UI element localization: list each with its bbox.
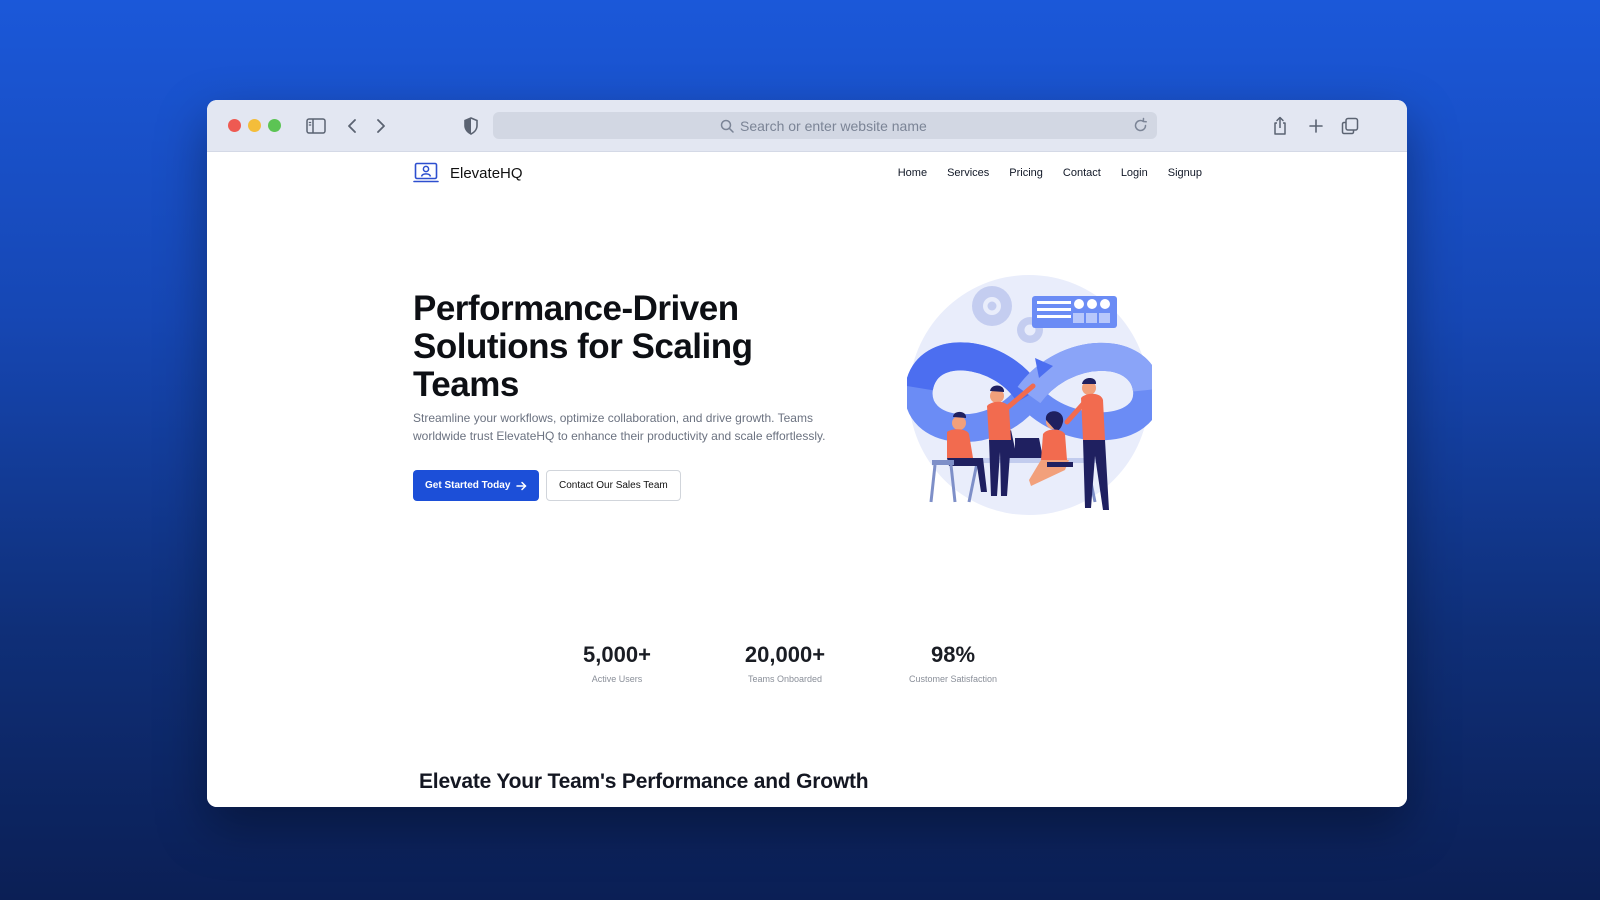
brand-name: ElevateHQ: [450, 164, 523, 182]
url-input[interactable]: [740, 117, 930, 134]
hero-title: Performance-Driven Solutions for Scaling…: [413, 289, 753, 404]
close-window-button[interactable]: [228, 119, 241, 132]
browser-toolbar: [207, 100, 1407, 152]
stat-value: 5,000+: [583, 642, 651, 667]
reload-icon[interactable]: [1132, 117, 1149, 134]
nav-link-home[interactable]: Home: [898, 167, 927, 179]
minimize-window-button[interactable]: [248, 119, 261, 132]
address-bar[interactable]: [493, 112, 1157, 139]
nav-link-services[interactable]: Services: [947, 167, 989, 179]
stat-label: Customer Satisfaction: [908, 674, 998, 684]
stat-active-users: 5,000+ Active Users: [547, 642, 687, 684]
contact-sales-button[interactable]: Contact Our Sales Team: [546, 470, 681, 501]
get-started-button[interactable]: Get Started Today: [413, 470, 540, 501]
brand-logo[interactable]: ElevateHQ: [413, 162, 523, 184]
hero-subtitle: Streamline your workflows, optimize coll…: [413, 411, 826, 443]
stats-row: 5,000+ Active Users 20,000+ Teams Onboar…: [547, 642, 1067, 692]
sidebar-toggle-icon[interactable]: [304, 114, 328, 138]
new-tab-icon[interactable]: [1304, 114, 1328, 138]
stat-teams-onboarded: 20,000+ Teams Onboarded: [715, 642, 855, 684]
stat-value: 98%: [930, 642, 976, 667]
logo-icon: [413, 162, 439, 183]
nav-link-pricing[interactable]: Pricing: [1009, 167, 1043, 179]
forward-arrow-icon[interactable]: [369, 114, 393, 138]
nav-links: Home Services Pricing Contact Login Sign…: [898, 167, 1202, 179]
nav-link-signup[interactable]: Signup: [1168, 167, 1202, 179]
section-title: Elevate Your Team's Performance and Grow…: [419, 770, 869, 793]
nav-link-login[interactable]: Login: [1121, 167, 1148, 179]
nav-link-contact[interactable]: Contact: [1063, 167, 1101, 179]
web-page: ElevateHQ Home Services Pricing Contact …: [207, 152, 1407, 807]
arrow-right-icon: [516, 481, 527, 490]
maximize-window-button[interactable]: [268, 119, 281, 132]
stat-label: Teams Onboarded: [747, 674, 823, 684]
team-collaboration-illustration: [907, 275, 1152, 515]
stat-value: 20,000+: [744, 642, 826, 667]
tabs-overview-icon[interactable]: [1338, 114, 1362, 138]
get-started-label: Get Started Today: [425, 480, 511, 491]
back-arrow-icon[interactable]: [340, 114, 364, 138]
site-navbar: ElevateHQ Home Services Pricing Contact …: [413, 162, 1202, 188]
stat-label: Active Users: [591, 674, 643, 684]
browser-window: ElevateHQ Home Services Pricing Contact …: [207, 100, 1407, 807]
dashboard-icon: [1032, 296, 1117, 328]
search-icon: [720, 119, 734, 133]
stat-customer-satisfaction: 98% Customer Satisfaction: [883, 642, 1023, 684]
share-icon[interactable]: [1268, 114, 1292, 138]
shield-icon[interactable]: [459, 114, 483, 138]
